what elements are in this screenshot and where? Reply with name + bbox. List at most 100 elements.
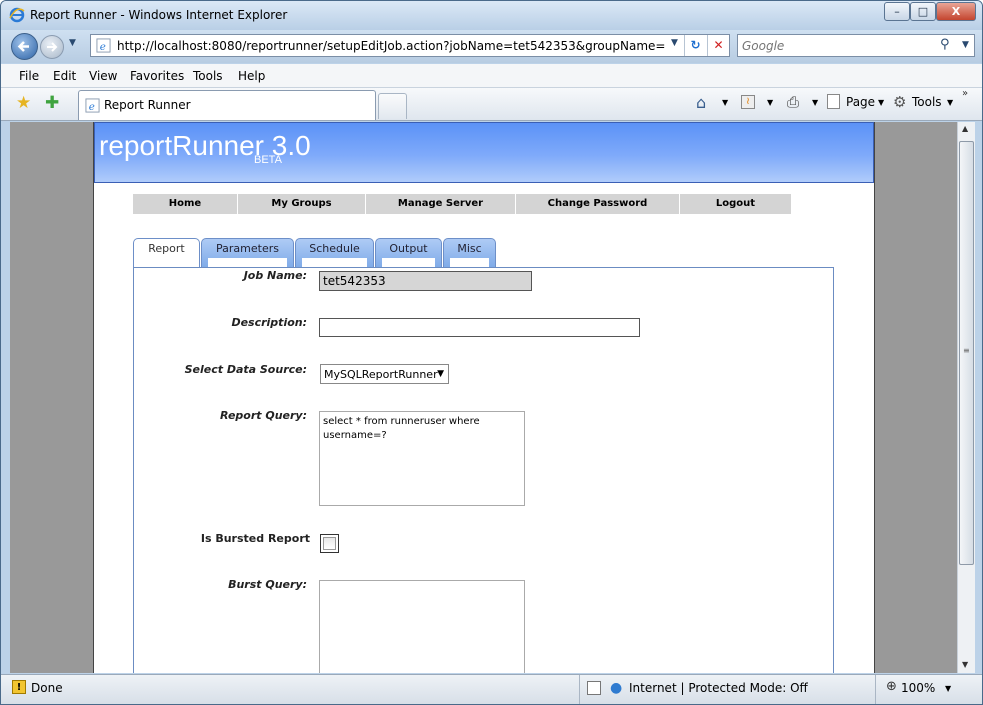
report-query-textarea[interactable]: select * from runneruser where username=… xyxy=(319,411,525,506)
back-button[interactable] xyxy=(11,33,38,60)
job-name-field[interactable]: tet542353 xyxy=(319,271,532,291)
scrollbar-thumb[interactable]: ≡ xyxy=(959,141,974,565)
print-icon[interactable]: ⎙ xyxy=(787,93,799,111)
recent-pages-dropdown-icon[interactable]: ▼ xyxy=(69,38,76,48)
search-input[interactable] xyxy=(742,37,922,54)
browser-window: Report Runner - Windows Internet Explore… xyxy=(0,0,983,705)
status-bar: ! Done ● Internet | Protected Mode: Off … xyxy=(1,674,982,704)
tab-report-runner[interactable]: e Report Runner xyxy=(78,90,376,120)
zoom-icon: ⊕ xyxy=(886,679,897,694)
app-banner: reportRunner 3.0 BETA xyxy=(94,122,874,183)
grip-icon: ≡ xyxy=(963,346,970,355)
add-favorites-icon[interactable]: ✚ xyxy=(45,93,59,113)
window-right-border xyxy=(975,122,982,674)
nav-logout[interactable]: Logout xyxy=(680,194,791,214)
bursted-checkbox[interactable] xyxy=(320,534,339,553)
search-dropdown-icon[interactable]: ▼ xyxy=(962,40,969,50)
title-bar: Report Runner - Windows Internet Explore… xyxy=(1,1,982,30)
home-icon[interactable]: ⌂ xyxy=(696,93,706,112)
page-ie-icon: e xyxy=(96,38,111,53)
ie-logo-icon xyxy=(9,7,25,23)
zone-text: Internet | Protected Mode: Off xyxy=(629,681,808,695)
page-icon xyxy=(827,94,840,109)
menu-help[interactable]: Help xyxy=(238,69,265,83)
menu-file[interactable]: File xyxy=(19,69,39,83)
tab-report-label: Report xyxy=(148,242,185,255)
address-field[interactable]: e http://localhost:8080/reportrunner/set… xyxy=(90,34,730,57)
refresh-icon[interactable]: ↻ xyxy=(684,35,706,56)
window-title: Report Runner - Windows Internet Explore… xyxy=(30,8,288,22)
warning-icon: ! xyxy=(12,680,26,694)
burst-query-textarea[interactable] xyxy=(319,580,525,673)
search-icon[interactable]: ⚲ xyxy=(940,37,950,52)
scroll-up-icon[interactable]: ▲ xyxy=(962,124,968,133)
tab-report[interactable]: Report xyxy=(133,238,200,268)
datasource-label: Select Data Source: xyxy=(184,363,307,376)
tab-parameters-label: Parameters xyxy=(216,242,279,255)
status-divider xyxy=(579,675,580,704)
tab-misc[interactable]: Misc xyxy=(443,238,496,268)
tab-output-label: Output xyxy=(389,242,428,255)
tab-title: Report Runner xyxy=(104,98,191,112)
feeds-icon[interactable]: ≀ xyxy=(741,95,755,109)
select-chevron-down-icon: ▼ xyxy=(437,369,444,379)
report-query-label: Report Query: xyxy=(220,409,307,422)
menu-view[interactable]: View xyxy=(89,69,117,83)
nav-home[interactable]: Home xyxy=(133,194,238,214)
close-button[interactable]: X xyxy=(936,2,976,21)
description-field[interactable] xyxy=(319,318,640,337)
globe-icon: ● xyxy=(610,680,623,696)
minimize-button[interactable]: – xyxy=(884,2,910,21)
url-text[interactable]: http://localhost:8080/reportrunner/setup… xyxy=(117,39,665,53)
tab-output[interactable]: Output xyxy=(375,238,442,268)
menu-bar: File Edit View Favorites Tools Help xyxy=(1,64,982,88)
status-text: Done xyxy=(31,681,63,695)
bursted-label: Is Bursted Report xyxy=(200,532,310,545)
page-viewport: reportRunner 3.0 BETA Home My Groups Man… xyxy=(10,122,957,673)
svg-text:e: e xyxy=(89,101,95,113)
app-navbar: Home My Groups Manage Server Change Pass… xyxy=(133,194,791,214)
back-arrow-icon xyxy=(17,41,29,52)
datasource-select[interactable]: MySQLReportRunner ▼ xyxy=(320,364,449,384)
description-label: Description: xyxy=(231,316,307,329)
zoom-dropdown-icon[interactable]: ▼ xyxy=(945,684,951,693)
nav-change-password[interactable]: Change Password xyxy=(516,194,680,214)
tab-parameters[interactable]: Parameters xyxy=(201,238,294,268)
maximize-button[interactable]: □ xyxy=(910,2,936,21)
feeds-dropdown-icon[interactable]: ▼ xyxy=(767,98,773,107)
forward-arrow-icon xyxy=(47,42,58,52)
search-box[interactable]: ⚲ ▼ xyxy=(737,34,975,57)
tools-menu[interactable]: Tools xyxy=(912,95,942,109)
beta-label: BETA xyxy=(254,154,282,166)
tab-schedule[interactable]: Schedule xyxy=(295,238,374,268)
new-tab-button[interactable] xyxy=(378,93,407,119)
home-dropdown-icon[interactable]: ▼ xyxy=(722,98,728,107)
page-dropdown-icon[interactable]: ▼ xyxy=(878,98,884,107)
menu-edit[interactable]: Edit xyxy=(53,69,76,83)
security-icon xyxy=(587,681,601,695)
favorites-tab-bar: ★ ✚ e Report Runner ⌂ ▼ ≀ ▼ ⎙ ▼ Page ▼ ⚙… xyxy=(1,88,982,121)
tab-ie-icon: e xyxy=(85,98,100,113)
window-left-border xyxy=(1,122,10,674)
menu-tools[interactable]: Tools xyxy=(193,69,223,83)
nav-my-groups[interactable]: My Groups xyxy=(238,194,366,214)
chevron-more-icon[interactable]: » xyxy=(962,88,968,99)
tab-misc-label: Misc xyxy=(457,242,482,255)
tools-gear-icon: ⚙ xyxy=(893,93,907,111)
nav-manage-server[interactable]: Manage Server xyxy=(366,194,516,214)
page-menu[interactable]: Page xyxy=(846,95,875,109)
menu-favorites[interactable]: Favorites xyxy=(130,69,184,83)
tools-dropdown-icon[interactable]: ▼ xyxy=(947,98,953,107)
favorites-star-icon[interactable]: ★ xyxy=(16,93,31,113)
stop-icon[interactable]: ✕ xyxy=(707,35,729,56)
app-page: reportRunner 3.0 BETA Home My Groups Man… xyxy=(93,122,875,673)
scroll-down-icon[interactable]: ▼ xyxy=(962,660,968,669)
address-bar: ▼ e http://localhost:8080/reportrunner/s… xyxy=(1,30,982,63)
datasource-value: MySQLReportRunner xyxy=(324,368,438,381)
address-dropdown-icon[interactable]: ▼ xyxy=(671,38,678,48)
forward-button[interactable] xyxy=(40,35,64,59)
print-dropdown-icon[interactable]: ▼ xyxy=(812,98,818,107)
vertical-scrollbar[interactable]: ▲ ≡ ▼ xyxy=(957,122,975,673)
zoom-level[interactable]: 100% xyxy=(901,681,935,695)
report-form: Job Name: tet542353 Description: Select … xyxy=(133,267,834,673)
